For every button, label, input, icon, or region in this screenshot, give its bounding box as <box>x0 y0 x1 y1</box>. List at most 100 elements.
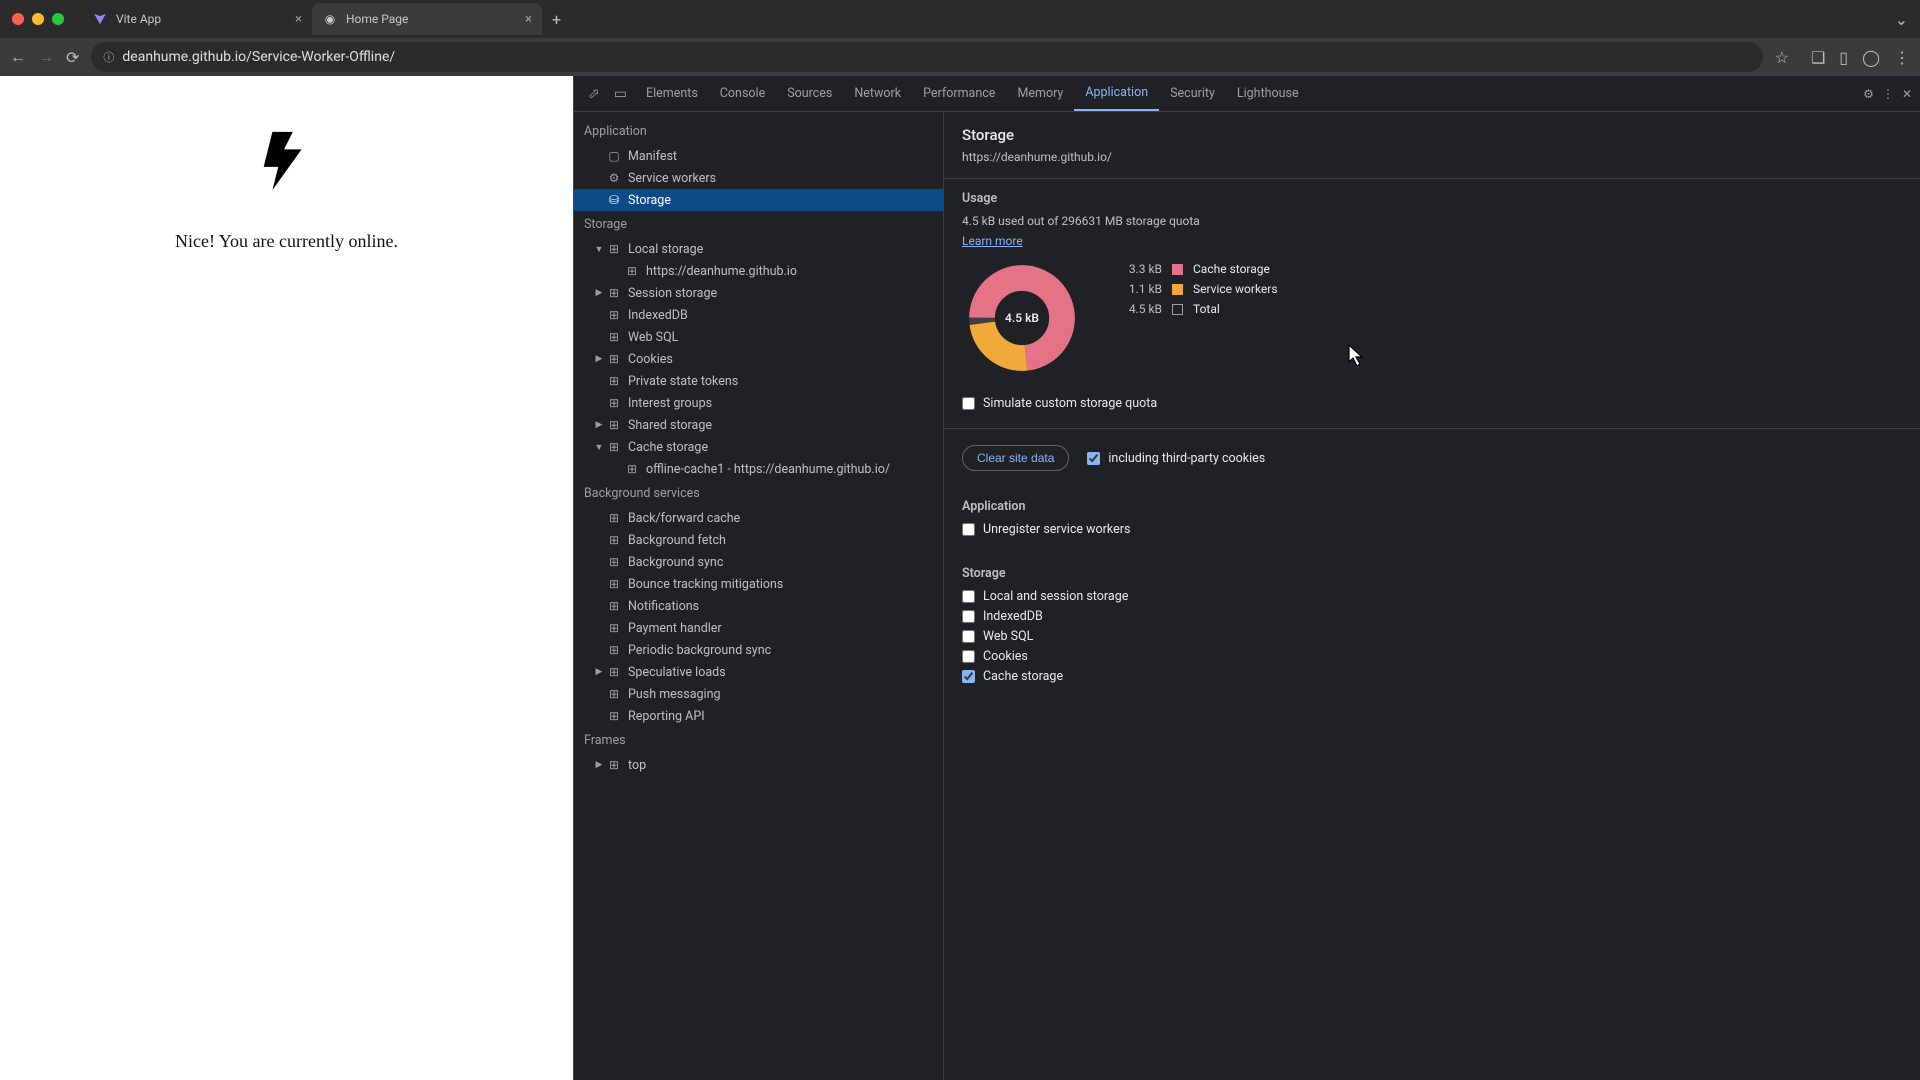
tree-node[interactable]: ▼⊞Local storage <box>574 238 943 260</box>
devtools-tab-elements[interactable]: Elements <box>635 76 709 111</box>
tree-node[interactable]: ⊞https://deanhume.github.io <box>574 260 943 282</box>
storage-option-checkbox[interactable] <box>962 650 975 663</box>
legend-row: 4.5 kBTotal <box>1112 302 1278 316</box>
learn-more-link[interactable]: Learn more <box>962 234 1023 248</box>
storage-option-checkbox[interactable] <box>962 670 975 683</box>
checkbox-row: Web SQL <box>962 629 1902 644</box>
chevron-right-icon[interactable]: ▶ <box>592 667 606 677</box>
tree-node[interactable]: ▶⊞Shared storage <box>574 414 943 436</box>
simulate-quota-checkbox[interactable] <box>962 397 975 410</box>
vite-favicon-icon <box>92 11 108 27</box>
maximize-window-icon[interactable] <box>52 13 64 25</box>
application-heading: Application <box>962 499 1902 514</box>
address-bar[interactable]: ⓘ deanhume.github.io/Service-Worker-Offl… <box>91 42 1762 72</box>
tree-node[interactable]: ⊞ Private state tokens <box>574 370 943 392</box>
forward-button[interactable]: → <box>38 47 54 67</box>
application-tree: Application▢Manifest⚙Service workers⛁Sto… <box>574 112 944 1080</box>
devtools-tab-bar: ⬀ ▭ ElementsConsoleSourcesNetworkPerform… <box>574 76 1920 112</box>
devtools-tab-lighthouse[interactable]: Lighthouse <box>1226 76 1310 111</box>
tree-node[interactable]: ▢Manifest <box>574 145 943 167</box>
storage-option-checkbox[interactable] <box>962 590 975 603</box>
chevron-right-icon[interactable]: ▶ <box>592 288 606 298</box>
tree-node[interactable]: ⊞Push messaging <box>574 683 943 705</box>
devtools-tab-sources[interactable]: Sources <box>776 76 843 111</box>
close-devtools-icon[interactable]: ✕ <box>1902 87 1912 101</box>
tree-item-label: Speculative loads <box>628 665 726 680</box>
chevron-down-icon[interactable]: ▼ <box>592 244 606 255</box>
tree-node[interactable]: ⊞IndexedDB <box>574 304 943 326</box>
tree-item-icon: ⊞ <box>606 440 622 454</box>
storage-option-checkbox[interactable] <box>962 523 975 536</box>
devtools-tab-performance[interactable]: Performance <box>912 76 1006 111</box>
tree-item-label: https://deanhume.github.io <box>646 264 797 279</box>
chevron-right-icon[interactable]: ▶ <box>592 354 606 364</box>
tree-node[interactable]: ⛁Storage <box>574 189 943 211</box>
close-tab-icon[interactable]: × <box>295 12 302 27</box>
tree-node[interactable]: ▶⊞Cookies <box>574 348 943 370</box>
back-button[interactable]: ← <box>10 47 26 67</box>
tree-node[interactable]: ⊞Reporting API <box>574 705 943 727</box>
browser-tab[interactable]: ◉ Home Page × <box>312 3 542 35</box>
storage-option-checkbox[interactable] <box>962 630 975 643</box>
more-icon[interactable]: ⋮ <box>1882 87 1894 101</box>
new-tab-button[interactable]: + <box>552 10 561 29</box>
tree-node[interactable]: ▶⊞top <box>574 754 943 776</box>
tree-node[interactable]: ⊞Payment handler <box>574 617 943 639</box>
tree-item-label: Payment handler <box>628 621 722 636</box>
tree-item-icon: ⊞ <box>606 286 622 300</box>
site-info-icon[interactable]: ⓘ <box>103 49 114 65</box>
tree-item-label: Cookies <box>628 352 673 367</box>
checkbox-row: Unregister service workers <box>962 522 1902 537</box>
devtools-tab-application[interactable]: Application <box>1074 76 1159 111</box>
close-window-icon[interactable] <box>12 13 24 25</box>
chevron-right-icon[interactable]: ▶ <box>592 420 606 430</box>
storage-option-checkbox[interactable] <box>962 610 975 623</box>
tree-node[interactable]: ⊞Interest groups <box>574 392 943 414</box>
tree-item-icon: ⊞ <box>606 330 622 344</box>
third-party-cookies-checkbox[interactable] <box>1087 452 1100 465</box>
tree-node[interactable]: ⊞Web SQL <box>574 326 943 348</box>
chevron-down-icon[interactable]: ▼ <box>592 442 606 453</box>
tree-node[interactable]: ▼⊞Cache storage <box>574 436 943 458</box>
close-tab-icon[interactable]: × <box>525 12 532 27</box>
profile-icon[interactable]: ◯ <box>1862 48 1880 67</box>
inspect-element-icon[interactable]: ⬀ <box>582 86 606 102</box>
devtools-tab-security[interactable]: Security <box>1159 76 1226 111</box>
device-toolbar-icon[interactable]: ▭ <box>608 86 633 102</box>
tree-node[interactable]: ⊞Notifications <box>574 595 943 617</box>
tree-item-label: Private state tokens <box>628 374 738 389</box>
chevron-right-icon[interactable]: ▶ <box>592 760 606 770</box>
chevron-down-icon[interactable]: ⌄ <box>1895 10 1908 29</box>
minimize-window-icon[interactable] <box>32 13 44 25</box>
tree-item-icon: ⚙ <box>606 171 622 185</box>
clear-site-data-button[interactable]: Clear site data <box>962 445 1069 471</box>
devtools-tab-memory[interactable]: Memory <box>1006 76 1074 111</box>
menu-icon[interactable]: ⋮ <box>1894 48 1910 67</box>
bookmark-icon[interactable]: ☆ <box>1775 48 1789 67</box>
tree-node[interactable]: ⊞Bounce tracking mitigations <box>574 573 943 595</box>
tab-title: Home Page <box>346 12 408 26</box>
browser-tab[interactable]: Vite App × <box>82 3 312 35</box>
tree-item-icon: ⊞ <box>606 533 622 547</box>
tree-node[interactable]: ⊞Back/forward cache <box>574 507 943 529</box>
tree-node[interactable]: ⊞offline-cache1 - https://deanhume.githu… <box>574 458 943 480</box>
tree-item-label: Periodic background sync <box>628 643 771 658</box>
tree-item-icon: ⊞ <box>606 374 622 388</box>
devtools-tab-console[interactable]: Console <box>709 76 776 111</box>
tree-node[interactable]: ▶⊞Session storage <box>574 282 943 304</box>
tree-node[interactable]: ⚙Service workers <box>574 167 943 189</box>
settings-icon[interactable]: ⚙ <box>1863 87 1874 101</box>
checkbox-row: Cache storage <box>962 669 1902 684</box>
tree-item-label: Reporting API <box>628 709 705 724</box>
tree-node[interactable]: ▶⊞Speculative loads <box>574 661 943 683</box>
reload-button[interactable]: ⟳ <box>66 48 79 67</box>
tree-node[interactable]: ⊞Periodic background sync <box>574 639 943 661</box>
url-text: deanhume.github.io/Service-Worker-Offlin… <box>122 49 395 65</box>
tree-node[interactable]: ⊞Background sync <box>574 551 943 573</box>
checkbox-label: Web SQL <box>983 629 1033 644</box>
devtools-tab-network[interactable]: Network <box>843 76 912 111</box>
extensions-icon[interactable]: ❏ <box>1811 48 1825 67</box>
side-panel-icon[interactable]: ▯ <box>1839 48 1848 67</box>
legend-value: 1.1 kB <box>1112 282 1162 296</box>
tree-node[interactable]: ⊞Background fetch <box>574 529 943 551</box>
